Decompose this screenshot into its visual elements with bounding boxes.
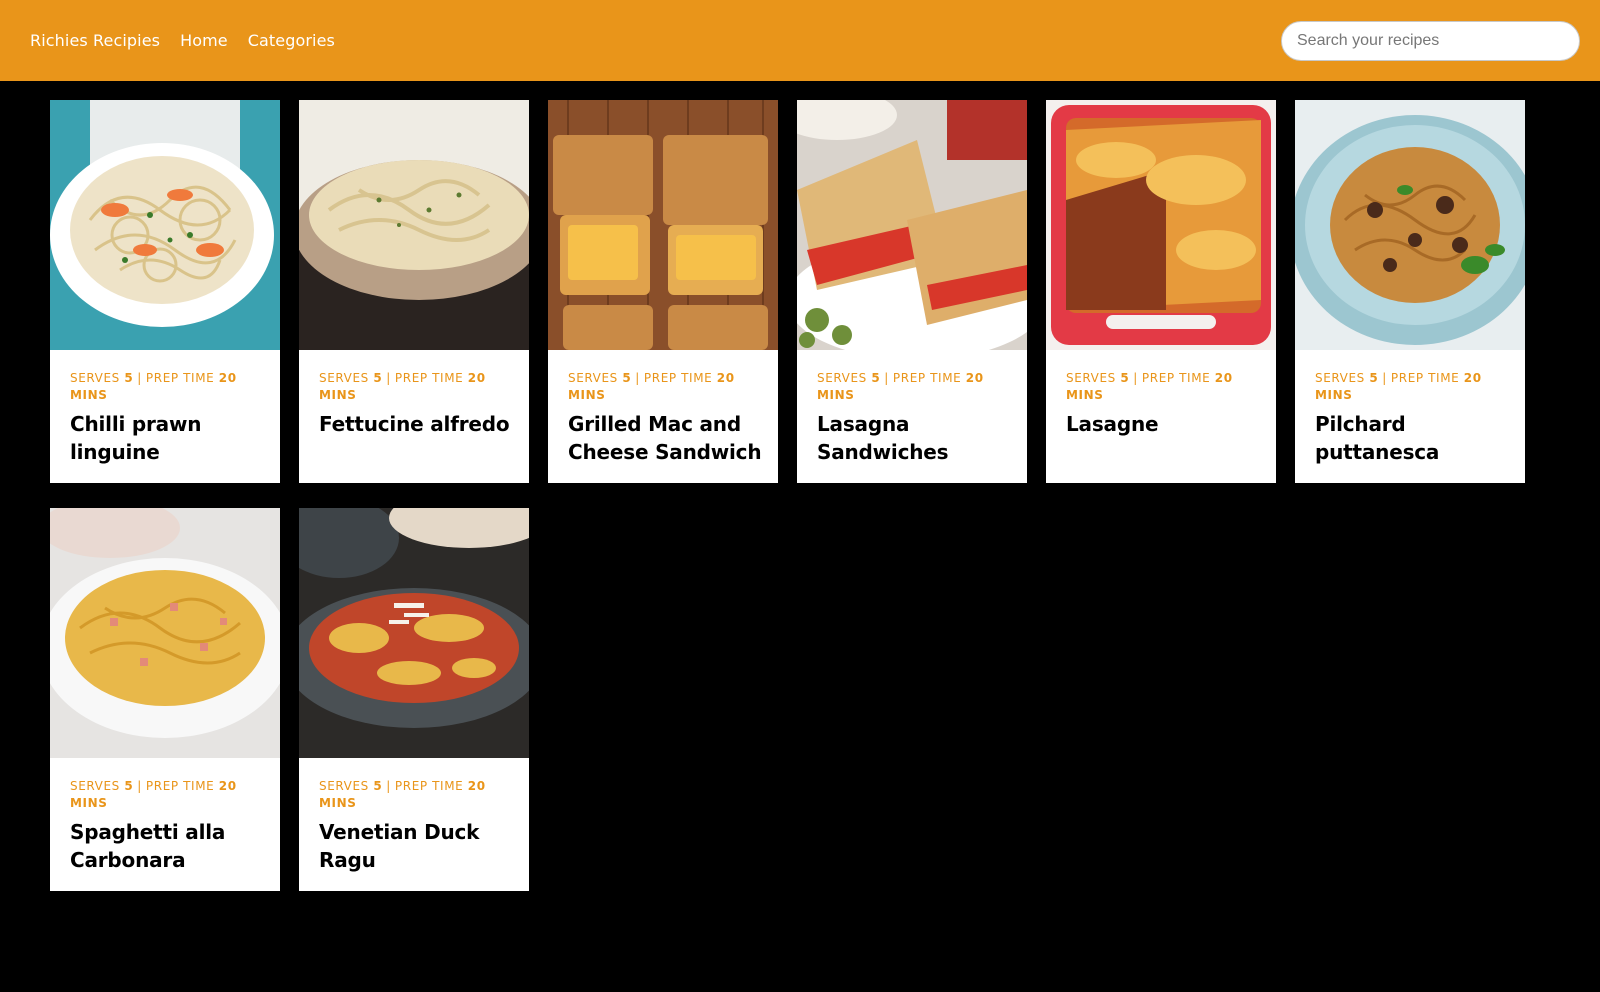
recipe-card[interactable]: SERVES 5 | PREP TIME 20 MINS Grilled Mac a… xyxy=(548,100,778,483)
recipe-card[interactable]: SERVES 5 | PREP TIME 20 MINS Fettucine alf… xyxy=(299,100,529,483)
recipe-image xyxy=(299,508,529,758)
recipe-image xyxy=(1046,100,1276,350)
recipe-card[interactable]: SERVES 5 | PREP TIME 20 MINS Venetian Duck… xyxy=(299,508,529,891)
recipe-meta: SERVES 5 | PREP TIME 20 MINS xyxy=(1066,371,1233,402)
recipe-meta: SERVES 5 | PREP TIME 20 MINS xyxy=(70,371,237,402)
recipe-card[interactable]: SERVES 5 | PREP TIME 20 MINS Chilli prawn … xyxy=(50,100,280,483)
pasta-prawn-image xyxy=(50,100,280,350)
grilled-sandwich-image xyxy=(548,100,778,350)
recipe-image xyxy=(50,508,280,758)
lasagne-image xyxy=(1046,100,1276,350)
recipe-title: Fettucine alfredo xyxy=(319,412,510,436)
duck-ragu-image xyxy=(299,508,529,758)
fettuccine-image xyxy=(299,100,529,350)
recipe-meta: SERVES 5 | PREP TIME 20 MINS xyxy=(817,371,984,402)
recipe-meta: SERVES 5 | PREP TIME 20 MINS xyxy=(319,779,486,810)
recipe-title: Spaghetti alla Carbonara xyxy=(70,820,226,872)
top-navbar: Richies Recipies Home Categories xyxy=(0,0,1600,81)
nav-categories-link[interactable]: Categories xyxy=(248,31,335,50)
main-nav: Richies Recipies Home Categories xyxy=(30,0,335,81)
recipe-meta: SERVES 5 | PREP TIME 20 MINS xyxy=(70,779,237,810)
recipe-image xyxy=(1295,100,1525,350)
recipe-card[interactable]: SERVES 5 | PREP TIME 20 MINS Lasagna Sandw… xyxy=(797,100,1027,483)
recipe-title: Grilled Mac and Cheese Sandwich xyxy=(568,412,762,464)
recipe-card[interactable]: SERVES 5 | PREP TIME 20 MINS Lasagne xyxy=(1046,100,1276,483)
recipe-card[interactable]: SERVES 5 | PREP TIME 20 MINS Pilchard putt… xyxy=(1295,100,1525,483)
brand-link[interactable]: Richies Recipies xyxy=(30,31,160,50)
recipe-image xyxy=(299,100,529,350)
recipe-title: Chilli prawn linguine xyxy=(70,412,202,464)
recipe-title: Venetian Duck Ragu xyxy=(319,820,480,872)
recipe-image xyxy=(548,100,778,350)
recipe-meta: SERVES 5 | PREP TIME 20 MINS xyxy=(319,371,486,402)
recipe-title: Pilchard puttanesca xyxy=(1315,412,1440,464)
lasagna-sandwich-image xyxy=(797,100,1027,350)
recipe-meta: SERVES 5 | PREP TIME 20 MINS xyxy=(568,371,735,402)
recipe-image xyxy=(50,100,280,350)
pilchard-spaghetti-image xyxy=(1295,100,1525,350)
recipe-title: Lasagne xyxy=(1066,412,1159,436)
recipe-image xyxy=(797,100,1027,350)
recipe-title: Lasagna Sandwiches xyxy=(817,412,949,464)
recipe-meta: SERVES 5 | PREP TIME 20 MINS xyxy=(1315,371,1482,402)
search-input[interactable] xyxy=(1281,21,1580,61)
carbonara-image xyxy=(50,508,280,758)
nav-home-link[interactable]: Home xyxy=(180,31,228,50)
recipe-card[interactable]: SERVES 5 | PREP TIME 20 MINS Spaghetti all… xyxy=(50,508,280,891)
